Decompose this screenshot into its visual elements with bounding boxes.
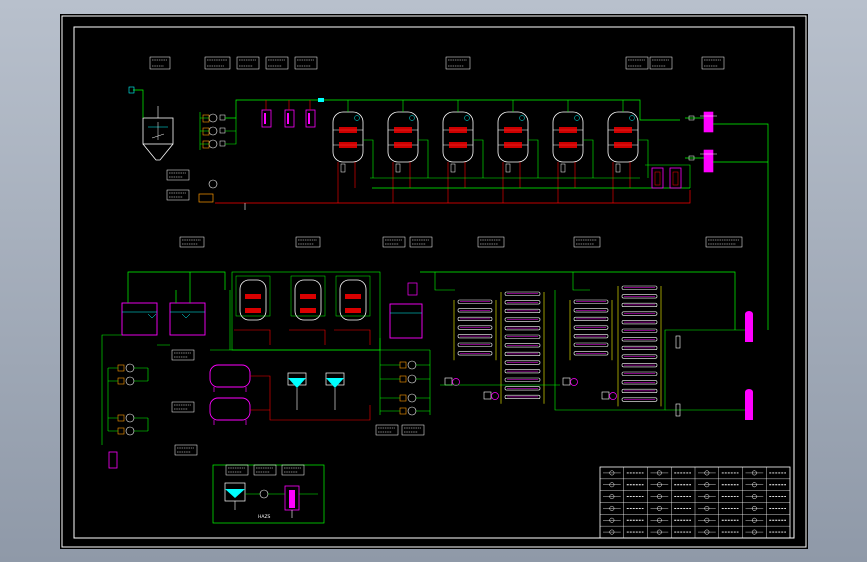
legend-symbol bbox=[698, 482, 716, 488]
equipment-tag bbox=[409, 236, 433, 248]
legend-symbol bbox=[650, 482, 669, 488]
raw-water-tank-icon[interactable] bbox=[142, 106, 174, 161]
high-pressure-pump-icon[interactable] bbox=[745, 311, 753, 420]
equipment-tag bbox=[171, 349, 195, 361]
equipment-tag bbox=[225, 464, 249, 476]
security-filter-icon[interactable] bbox=[700, 111, 717, 173]
legend-symbol bbox=[650, 529, 669, 535]
equipment-tag bbox=[477, 236, 505, 248]
pump-icon[interactable] bbox=[380, 360, 430, 370]
legend-symbol bbox=[698, 517, 716, 523]
legend-symbol bbox=[650, 470, 669, 476]
mixed-bed-vessel-icon[interactable] bbox=[334, 275, 371, 345]
filter-icon[interactable] bbox=[607, 100, 649, 203]
backwash-pump-icon[interactable] bbox=[198, 179, 218, 203]
dosing-inset: HAZS bbox=[212, 464, 325, 524]
svg-text:HAZS: HAZS bbox=[258, 514, 271, 520]
legend-symbol bbox=[603, 494, 621, 500]
equipment-tag bbox=[573, 236, 601, 248]
storage-tank-icon[interactable] bbox=[209, 364, 251, 425]
ro-membrane-arrays bbox=[444, 285, 662, 407]
feed-pumps bbox=[380, 360, 430, 416]
legend-symbol bbox=[603, 482, 621, 488]
legend-symbol bbox=[603, 470, 621, 476]
legend-table bbox=[599, 466, 791, 539]
pump-icon[interactable] bbox=[380, 406, 430, 416]
top-treatment-train bbox=[128, 86, 769, 330]
equipment-tag bbox=[265, 56, 289, 70]
equipment-tag bbox=[166, 189, 190, 201]
legend-symbol bbox=[698, 505, 716, 511]
membrane-icon[interactable] bbox=[500, 291, 545, 404]
filter-icon[interactable] bbox=[387, 100, 429, 203]
pump-icon[interactable] bbox=[108, 426, 148, 436]
process-flow-diagram: HAZS bbox=[61, 15, 807, 548]
legend-symbol bbox=[650, 517, 669, 523]
pump-icon[interactable] bbox=[108, 376, 148, 386]
dosing-tanks bbox=[261, 100, 316, 128]
equipment-tag bbox=[179, 236, 205, 248]
filter-icon[interactable] bbox=[442, 100, 484, 203]
equipment-tag bbox=[171, 401, 195, 413]
equipment-tag bbox=[294, 56, 318, 70]
equipment-tag bbox=[204, 56, 231, 70]
legend-symbol bbox=[698, 529, 716, 535]
legend-symbol bbox=[698, 470, 716, 476]
intermediate-tank-icon[interactable] bbox=[121, 302, 206, 336]
pump-icon[interactable] bbox=[601, 391, 617, 400]
legend-symbol bbox=[650, 505, 669, 511]
legend-symbol bbox=[698, 494, 716, 500]
legend-symbol bbox=[745, 517, 764, 523]
legend-symbol bbox=[650, 494, 669, 500]
equipment-tag bbox=[705, 236, 743, 248]
legend-symbol bbox=[745, 505, 764, 511]
equipment-tag bbox=[375, 424, 399, 436]
equipment-tag bbox=[236, 56, 260, 70]
filter-icon[interactable] bbox=[552, 100, 594, 203]
conical-tank-icon[interactable] bbox=[287, 372, 345, 388]
legend-symbol bbox=[745, 482, 764, 488]
legend-symbol bbox=[603, 517, 621, 523]
booster-pumps bbox=[107, 363, 149, 436]
pump-icon[interactable] bbox=[108, 413, 148, 423]
equipment-tag bbox=[649, 56, 673, 70]
pump-icon[interactable] bbox=[380, 374, 430, 384]
equipment-tag bbox=[253, 464, 277, 476]
legend-symbol bbox=[745, 494, 764, 500]
pump-icon[interactable] bbox=[562, 377, 578, 386]
cad-viewport: HAZS bbox=[0, 0, 867, 562]
legend-symbol bbox=[603, 505, 621, 511]
equipment-tag bbox=[295, 236, 321, 248]
filter-vessels bbox=[332, 100, 649, 203]
membrane-icon[interactable] bbox=[569, 299, 613, 361]
equipment-tag bbox=[281, 464, 305, 476]
filter-icon[interactable] bbox=[332, 100, 374, 203]
legend-symbol bbox=[745, 529, 764, 535]
middle-treatment-train bbox=[101, 271, 753, 469]
equipment-tag bbox=[625, 56, 649, 70]
legend-symbol bbox=[745, 470, 764, 476]
inner-frame bbox=[73, 26, 795, 539]
pump-icon[interactable] bbox=[380, 393, 430, 403]
equipment-tag bbox=[174, 444, 198, 456]
pump-icon[interactable] bbox=[108, 363, 148, 373]
equipment-tag bbox=[382, 236, 406, 248]
equipment-tag bbox=[445, 56, 471, 70]
equipment-tag bbox=[401, 424, 425, 436]
filter-icon[interactable] bbox=[497, 100, 539, 203]
membrane-icon[interactable] bbox=[617, 285, 662, 407]
membrane-icon[interactable] bbox=[453, 299, 497, 361]
mixed-bed-vessel-icon[interactable] bbox=[234, 275, 271, 345]
mixed-bed-vessel-icon[interactable] bbox=[289, 275, 326, 345]
equipment-tag bbox=[149, 56, 171, 70]
drawing-sheet: HAZS bbox=[60, 14, 808, 549]
pump-icon[interactable] bbox=[483, 391, 499, 400]
mixed-bed-vessels bbox=[231, 271, 381, 351]
equipment-tag bbox=[166, 169, 190, 181]
pump-icon[interactable] bbox=[444, 377, 460, 386]
equipment-tag bbox=[701, 56, 725, 70]
legend-symbol bbox=[603, 529, 621, 535]
